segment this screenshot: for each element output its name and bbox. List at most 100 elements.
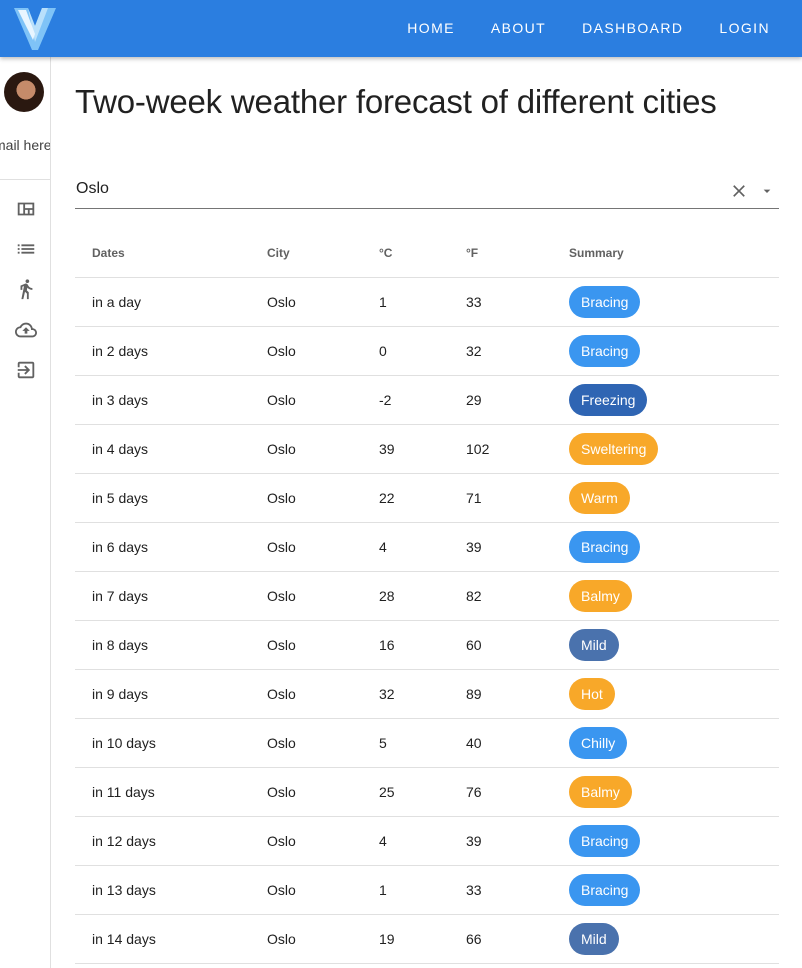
- cell-city: Oslo: [267, 735, 296, 751]
- cell-city: Oslo: [267, 490, 296, 506]
- cell-fahrenheit: 33: [466, 882, 482, 898]
- vuetify-logo-icon[interactable]: [14, 4, 56, 52]
- forecast-table: Dates City °C °F Summary in a day Oslo 1 33…: [75, 229, 779, 964]
- header-summary[interactable]: Summary: [569, 229, 624, 277]
- cell-celsius: 0: [379, 343, 387, 359]
- cell-city: Oslo: [267, 588, 296, 604]
- table-row: in 3 days Oslo -2 29 Freezing: [75, 376, 779, 425]
- summary-chip[interactable]: Bracing: [569, 335, 641, 367]
- nav-dashboard[interactable]: DASHBOARD: [564, 0, 701, 57]
- cell-fahrenheit: 29: [466, 392, 482, 408]
- cell-fahrenheit: 32: [466, 343, 482, 359]
- nav-about[interactable]: ABOUT: [473, 0, 564, 57]
- cell-celsius: -2: [379, 392, 392, 408]
- cell-fahrenheit: 39: [466, 539, 482, 555]
- cell-city: Oslo: [267, 441, 296, 457]
- cell-date: in 12 days: [92, 833, 156, 849]
- view-quilt-icon[interactable]: [15, 198, 37, 220]
- summary-chip[interactable]: Balmy: [569, 580, 632, 612]
- page-title: Two-week weather forecast of different c…: [75, 83, 717, 120]
- table-row: in 9 days Oslo 32 89 Hot: [75, 670, 779, 719]
- table-row: in 8 days Oslo 16 60 Mild: [75, 621, 779, 670]
- cell-fahrenheit: 89: [466, 686, 482, 702]
- cell-city: Oslo: [267, 343, 296, 359]
- city-select[interactable]: Oslo: [75, 175, 779, 209]
- cell-date: in 9 days: [92, 686, 149, 702]
- cell-city: Oslo: [267, 882, 296, 898]
- summary-chip[interactable]: Chilly: [569, 727, 628, 759]
- cell-celsius: 1: [379, 882, 387, 898]
- summary-chip[interactable]: Bracing: [569, 531, 641, 563]
- cell-fahrenheit: 102: [466, 441, 490, 457]
- cell-fahrenheit: 60: [466, 637, 482, 653]
- cell-date: in 14 days: [92, 931, 156, 947]
- header-city[interactable]: City: [267, 229, 290, 277]
- cell-date: in 3 days: [92, 392, 149, 408]
- table-row: in 7 days Oslo 28 82 Balmy: [75, 572, 779, 621]
- avatar[interactable]: [4, 72, 44, 112]
- user-email: mail here: [0, 137, 51, 153]
- city-select-value[interactable]: Oslo: [76, 180, 109, 198]
- cell-city: Oslo: [267, 637, 296, 653]
- cell-date: in 13 days: [92, 882, 156, 898]
- cell-date: in 2 days: [92, 343, 149, 359]
- cell-celsius: 4: [379, 539, 387, 555]
- table-row: in 5 days Oslo 22 71 Warm: [75, 474, 779, 523]
- table-row: in a day Oslo 1 33 Bracing: [75, 278, 779, 327]
- header-dates[interactable]: Dates: [92, 229, 125, 277]
- clear-icon[interactable]: [729, 181, 749, 201]
- header-celsius[interactable]: °C: [379, 229, 392, 277]
- walk-icon[interactable]: [15, 278, 37, 300]
- top-nav: HOME ABOUT DASHBOARD LOGIN: [389, 0, 802, 57]
- summary-chip[interactable]: Bracing: [569, 874, 641, 906]
- table-row: in 12 days Oslo 4 39 Bracing: [75, 817, 779, 866]
- cell-date: in 10 days: [92, 735, 156, 751]
- cell-celsius: 19: [379, 931, 395, 947]
- cell-city: Oslo: [267, 539, 296, 555]
- cell-date: in a day: [92, 294, 142, 310]
- cloud-upload-icon[interactable]: [15, 319, 37, 341]
- app-bar: HOME ABOUT DASHBOARD LOGIN: [0, 0, 802, 57]
- cell-celsius: 5: [379, 735, 387, 751]
- cell-fahrenheit: 66: [466, 931, 482, 947]
- cell-date: in 4 days: [92, 441, 149, 457]
- chevron-down-icon[interactable]: [759, 183, 775, 199]
- table-row: in 14 days Oslo 19 66 Mild: [75, 915, 779, 964]
- summary-chip[interactable]: Hot: [569, 678, 615, 710]
- summary-chip[interactable]: Freezing: [569, 384, 648, 416]
- cell-city: Oslo: [267, 931, 296, 947]
- summary-chip[interactable]: Bracing: [569, 825, 641, 857]
- cell-celsius: 32: [379, 686, 395, 702]
- cell-celsius: 25: [379, 784, 395, 800]
- cell-date: in 11 days: [92, 784, 155, 800]
- cell-celsius: 28: [379, 588, 395, 604]
- cell-celsius: 4: [379, 833, 387, 849]
- table-row: in 4 days Oslo 39 102 Sweltering: [75, 425, 779, 474]
- sidebar: mail here: [0, 57, 51, 968]
- summary-chip[interactable]: Warm: [569, 482, 630, 514]
- summary-chip[interactable]: Bracing: [569, 286, 641, 318]
- summary-chip[interactable]: Mild: [569, 923, 619, 955]
- table-header-row: Dates City °C °F Summary: [75, 229, 779, 278]
- cell-date: in 5 days: [92, 490, 149, 506]
- summary-chip[interactable]: Mild: [569, 629, 619, 661]
- nav-home[interactable]: HOME: [389, 0, 473, 57]
- exit-icon[interactable]: [15, 359, 37, 381]
- cell-celsius: 22: [379, 490, 395, 506]
- summary-chip[interactable]: Sweltering: [569, 433, 659, 465]
- cell-celsius: 1: [379, 294, 387, 310]
- cell-fahrenheit: 40: [466, 735, 482, 751]
- cell-city: Oslo: [267, 686, 296, 702]
- cell-date: in 6 days: [92, 539, 149, 555]
- list-icon[interactable]: [15, 238, 37, 260]
- cell-city: Oslo: [267, 833, 296, 849]
- cell-fahrenheit: 82: [466, 588, 482, 604]
- sidebar-divider: [0, 179, 50, 180]
- summary-chip[interactable]: Balmy: [569, 776, 632, 808]
- nav-login[interactable]: LOGIN: [701, 0, 788, 57]
- cell-fahrenheit: 71: [466, 490, 482, 506]
- cell-date: in 7 days: [92, 588, 149, 604]
- cell-celsius: 16: [379, 637, 395, 653]
- header-fahrenheit[interactable]: °F: [466, 229, 478, 277]
- cell-date: in 8 days: [92, 637, 149, 653]
